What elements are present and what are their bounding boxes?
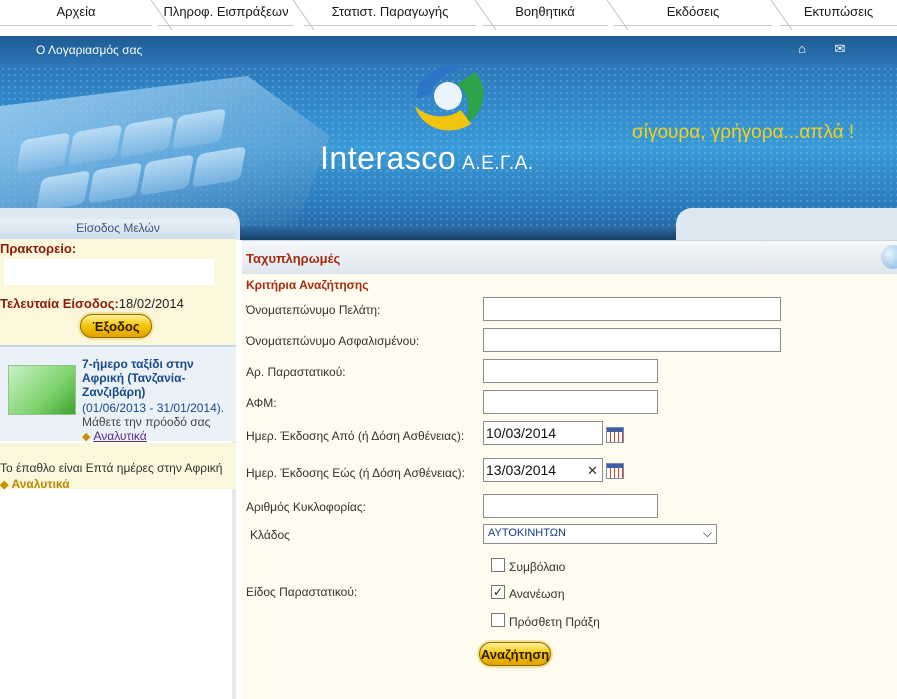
diamond-bullet-icon: ◆ <box>0 479 9 491</box>
page-title: Ταχυπληρωμές <box>246 251 341 266</box>
afm-label: ΑΦΜ: <box>246 396 277 410</box>
search-button[interactable]: Αναζήτηση <box>479 642 551 666</box>
brand-main: Interasco <box>320 140 457 176</box>
prize-panel: Το έπαθλο είναι Επτά ημέρες στην Αφρική … <box>0 443 236 491</box>
main-panel: Ταχυπληρωμές Κριτήρια Αναζήτησης Όνοματε… <box>242 240 897 699</box>
date-to-label: Ημερ. Έκδοσης Εώς (ή Δόση Ασθένειας): <box>246 466 466 480</box>
diamond-bullet-icon: ◆ <box>82 431 91 443</box>
agency-label: Πρακτορείο: <box>0 241 77 256</box>
checkbox-endorsement[interactable] <box>491 613 505 627</box>
branch-value: ΑΥΤΟΚΙΝΗΤΩΝ <box>488 527 566 539</box>
insured-name-label: Όνοματεπώνυμο Ασφαλισμένου: <box>246 334 420 348</box>
header-banner: Ο Λογαριασμός σας ⌂ ✉ Interasco Α.Ε.Γ.Α. … <box>0 36 897 240</box>
brand-suffix: Α.Ε.Γ.Α. <box>462 153 534 174</box>
home-icon[interactable]: ⌂ <box>794 42 810 56</box>
menu-releases[interactable]: Εκδόσεις <box>614 0 772 26</box>
logout-button[interactable]: Έξοδος <box>80 314 152 338</box>
panel-header: Ταχυπληρωμές <box>242 240 897 274</box>
globe-icon <box>881 245 897 269</box>
calendar-icon[interactable] <box>606 427 624 443</box>
checkbox-contract[interactable] <box>491 558 505 572</box>
menu-utilities[interactable]: Βοηθητικά <box>482 0 608 26</box>
slogan: σίγουρα, γρήγορα...απλά ! <box>632 122 855 143</box>
company-logo <box>415 65 484 131</box>
promo-dates: (01/06/2013 - 31/01/2014). <box>82 401 225 415</box>
promo-title[interactable]: 7-ήμερο ταξίδι στην Αφρική (Τανζανία-Ζαν… <box>82 357 232 399</box>
promo-details-link[interactable]: Αναλυτικά <box>93 429 146 443</box>
checkbox-renewal-label: Ανανέωση <box>509 587 565 601</box>
last-login: Τελευταία Είσοδος:18/02/2014 <box>0 296 184 311</box>
checkbox-contract-label: Συμβόλαιο <box>509 560 566 574</box>
calendar-icon[interactable] <box>606 463 624 479</box>
document-number-input[interactable] <box>483 359 658 383</box>
plate-label: Αριθμός Κυκλοφορίας: <box>246 500 366 514</box>
last-login-label: Τελευταία Είσοδος: <box>0 296 119 311</box>
clear-icon[interactable]: ✕ <box>587 463 598 479</box>
menu-production-stats[interactable]: Στατιστ. Παραγωγής <box>304 0 476 26</box>
menu-files[interactable]: Αρχεία <box>0 0 152 26</box>
checkbox-renewal[interactable]: ✓ <box>491 585 505 599</box>
client-name-label: Όνοματεπώνυμο Πελάτη: <box>246 303 381 317</box>
promo-learn-text: Μάθετε την πρόοδό σας <box>82 415 211 429</box>
members-login-title: Είσοδος Μελών <box>0 219 236 239</box>
prize-text: Το έπαθλο είναι Επτά ημέρες στην Αφρική <box>0 461 223 475</box>
search-criteria-title: Κριτήρια Αναζήτησης <box>246 278 369 292</box>
date-from-label: Ημερ. Έκδοσης Από (ή Δόση Ασθένειας): <box>246 429 465 443</box>
menu-payment-info[interactable]: Πληροφ. Εισπράξεων <box>158 0 294 26</box>
afm-input[interactable] <box>483 390 658 414</box>
date-to-input[interactable] <box>483 458 603 482</box>
promo-box: 7-ήμερο ταξίδι στην Αφρική (Τανζανία-Ζαν… <box>0 345 236 443</box>
promo-details: ◆ Αναλυτικά <box>82 429 147 443</box>
banner-gap <box>240 226 676 240</box>
my-account-link[interactable]: Ο Λογαριασμός σας <box>36 43 142 57</box>
prize-details-link[interactable]: Αναλυτικά <box>11 477 69 491</box>
banner-tab-right <box>676 208 897 240</box>
mail-icon[interactable]: ✉ <box>832 42 848 56</box>
insured-name-input[interactable] <box>483 328 781 352</box>
client-name-input[interactable] <box>483 297 781 321</box>
last-login-value: 18/02/2014 <box>118 296 184 311</box>
top-menu: Αρχεία Πληροφ. Εισπράξεων Στατιστ. Παραγ… <box>0 0 897 36</box>
sidebar: Είσοδος Μελών Πρακτορείο: Τελευταία Είσο… <box>0 219 236 699</box>
date-from-input[interactable] <box>483 421 603 445</box>
promo-chart-icon[interactable] <box>8 365 76 415</box>
checkbox-endorsement-label: Πρόσθετη Πράξη <box>509 615 600 629</box>
document-number-label: Αρ. Παραστατικού: <box>246 365 346 379</box>
chevron-down-icon: ⌵ <box>702 526 712 540</box>
branch-label: Κλάδος <box>250 528 290 542</box>
menu-printouts[interactable]: Εκτυπώσεις <box>780 0 897 26</box>
agency-name-redacted <box>4 259 214 285</box>
document-type-label: Είδος Παραστατικού: <box>246 585 358 599</box>
branch-select[interactable]: ΑΥΤΟΚΙΝΗΤΩΝ ⌵ <box>483 524 717 544</box>
brand-name: Interasco Α.Ε.Γ.Α. <box>320 140 534 177</box>
prize-details: ◆ Αναλυτικά <box>0 477 70 491</box>
plate-input[interactable] <box>483 494 658 518</box>
